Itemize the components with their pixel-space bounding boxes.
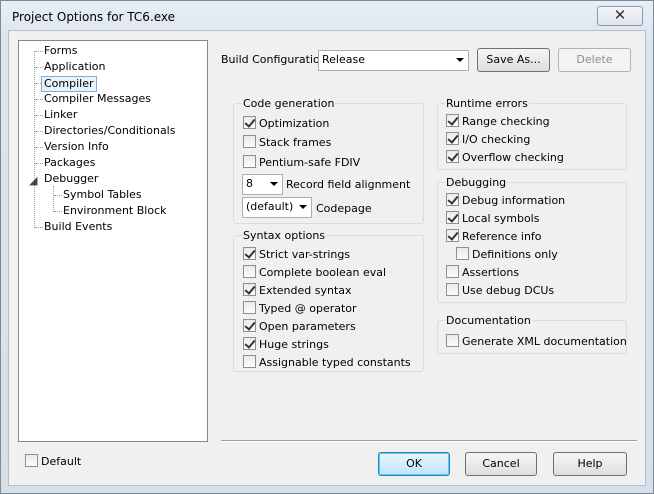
definitions-only-label: Definitions only	[472, 248, 558, 261]
tree-line	[35, 51, 43, 52]
generate-xml-documentation-label: Generate XML documentation	[462, 335, 627, 348]
record-alignment-value: 8	[246, 177, 253, 190]
chevron-down-icon	[456, 58, 464, 62]
record-alignment-select[interactable]: 8	[242, 174, 283, 195]
assignable-typed-constants-checkbox[interactable]	[243, 355, 256, 368]
huge-strings-checkbox[interactable]	[243, 337, 256, 350]
tree-line	[35, 163, 43, 164]
tree-line	[53, 186, 54, 212]
tree-item-symbol-tables[interactable]: Symbol Tables	[63, 188, 142, 202]
definitions-only-checkbox[interactable]	[456, 247, 469, 260]
codepage-label: Codepage	[316, 202, 372, 215]
codepage-select[interactable]: (default)	[242, 197, 312, 218]
tree-item-environment-block[interactable]: Environment Block	[63, 204, 167, 218]
use-debug-dcus-checkbox[interactable]	[446, 283, 459, 296]
help-button[interactable]: Help	[553, 452, 627, 476]
range-checking-label: Range checking	[462, 115, 550, 128]
extended-syntax-label: Extended syntax	[259, 284, 352, 297]
tree-item-directories-conditionals[interactable]: Directories/Conditionals	[44, 124, 175, 138]
assignable-typed-constants-label: Assignable typed constants	[259, 356, 411, 369]
options-tree[interactable]: Forms Application Compiler Compiler Mess…	[18, 40, 208, 442]
stack-frames-label: Stack frames	[259, 136, 332, 149]
tree-line	[35, 99, 43, 100]
open-parameters-label: Open parameters	[259, 320, 356, 333]
range-checking-checkbox[interactable]	[446, 114, 459, 127]
overflow-checking-checkbox[interactable]	[446, 150, 459, 163]
local-symbols-label: Local symbols	[462, 212, 540, 225]
huge-strings-label: Huge strings	[259, 338, 329, 351]
tree-line	[54, 211, 62, 212]
reference-info-label: Reference info	[462, 230, 542, 243]
optimization-checkbox[interactable]	[243, 116, 256, 129]
tree-item-debugger[interactable]: Debugger	[44, 172, 98, 186]
open-parameters-checkbox[interactable]	[243, 319, 256, 332]
pentium-safe-fdiv-checkbox[interactable]	[243, 155, 256, 168]
tree-line	[35, 67, 43, 68]
strict-var-strings-label: Strict var-strings	[259, 248, 351, 261]
build-configuration-select[interactable]: Release	[318, 50, 469, 71]
typed-operator-checkbox[interactable]	[243, 301, 256, 314]
close-button[interactable]: ✕	[597, 6, 643, 26]
build-configuration-label: Build Configuration	[221, 53, 327, 66]
cancel-button[interactable]: Cancel	[465, 452, 537, 476]
documentation-title: Documentation	[445, 314, 532, 327]
reference-info-checkbox[interactable]	[446, 229, 459, 242]
default-checkbox[interactable]	[25, 454, 38, 467]
tree-item-build-events[interactable]: Build Events	[44, 220, 112, 234]
tree-line	[35, 147, 43, 148]
tree-line	[35, 131, 43, 132]
extended-syntax-checkbox[interactable]	[243, 283, 256, 296]
typed-operator-label: Typed @ operator	[259, 302, 357, 315]
window-title: Project Options for TC6.exe	[12, 10, 176, 24]
use-debug-dcus-label: Use debug DCUs	[462, 284, 555, 297]
tree-item-compiler[interactable]: Compiler	[41, 76, 97, 92]
optimization-label: Optimization	[259, 117, 330, 130]
chevron-down-icon	[299, 205, 307, 209]
chevron-down-icon	[270, 182, 278, 186]
syntax-options-title: Syntax options	[242, 229, 327, 242]
complete-boolean-eval-checkbox[interactable]	[243, 265, 256, 278]
io-checking-checkbox[interactable]	[446, 132, 459, 145]
stack-frames-checkbox[interactable]	[243, 135, 256, 148]
pentium-safe-fdiv-label: Pentium-safe FDIV	[259, 156, 361, 169]
debugging-title: Debugging	[445, 176, 508, 189]
assertions-label: Assertions	[462, 266, 520, 279]
tree-line	[35, 227, 43, 228]
tree-line	[54, 195, 62, 196]
assertions-checkbox[interactable]	[446, 265, 459, 278]
save-as-button[interactable]: Save As...	[477, 48, 550, 72]
local-symbols-checkbox[interactable]	[446, 211, 459, 224]
tree-line	[34, 51, 35, 228]
tree-item-linker[interactable]: Linker	[44, 108, 77, 122]
expander-icon[interactable]: ◢	[29, 174, 37, 188]
debug-information-label: Debug information	[462, 194, 566, 207]
strict-var-strings-checkbox[interactable]	[243, 247, 256, 260]
record-alignment-label: Record field alignment	[286, 178, 411, 191]
debug-information-checkbox[interactable]	[446, 193, 459, 206]
complete-boolean-eval-label: Complete boolean eval	[259, 266, 387, 279]
close-icon: ✕	[613, 6, 627, 24]
tree-item-version-info[interactable]: Version Info	[44, 140, 109, 154]
overflow-checking-label: Overflow checking	[462, 151, 564, 164]
build-configuration-value: Release	[322, 53, 365, 66]
codepage-value: (default)	[246, 200, 294, 213]
tree-line	[35, 115, 43, 116]
runtime-errors-title: Runtime errors	[445, 97, 529, 110]
io-checking-label: I/O checking	[462, 133, 531, 146]
ok-button[interactable]: OK	[378, 452, 450, 476]
default-label: Default	[41, 455, 82, 468]
code-generation-title: Code generation	[242, 97, 336, 110]
generate-xml-documentation-checkbox[interactable]	[446, 334, 459, 347]
tree-item-application[interactable]: Application	[44, 60, 105, 74]
delete-button[interactable]: Delete	[558, 48, 631, 72]
tree-item-forms[interactable]: Forms	[44, 44, 77, 58]
tree-item-compiler-messages[interactable]: Compiler Messages	[44, 92, 151, 106]
footer-separator	[221, 440, 637, 442]
tree-item-packages[interactable]: Packages	[44, 156, 95, 170]
